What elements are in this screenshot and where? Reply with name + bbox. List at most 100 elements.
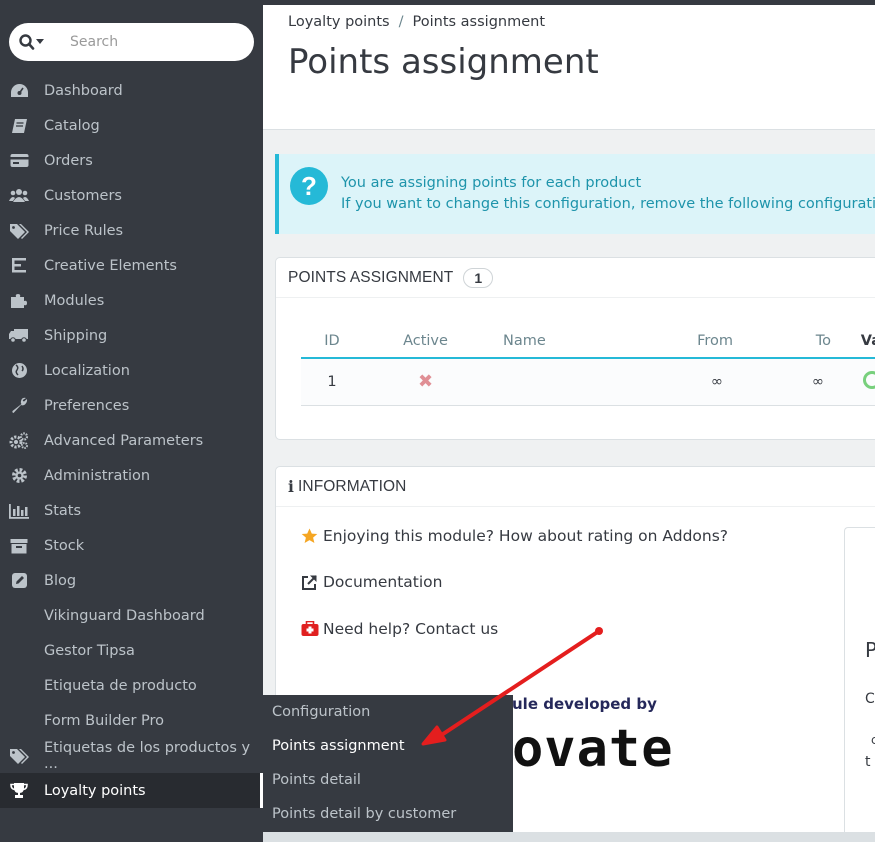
edit-icon [9, 572, 29, 590]
column-header-active[interactable]: Active [363, 325, 488, 359]
sidebar-item-catalog[interactable]: Catalog [0, 108, 263, 143]
tags-icon [9, 747, 29, 765]
sidebar-item-administration[interactable]: Administration [0, 458, 263, 493]
loyalty-submenu: Configuration Points assignment Points d… [263, 695, 513, 832]
star-icon [301, 528, 319, 544]
first-aid-icon [301, 621, 319, 637]
sidebar-item-label: Vikinguard Dashboard [44, 607, 205, 624]
sidebar-item-label: Loyalty points [44, 782, 146, 799]
search-input[interactable] [70, 34, 240, 50]
developed-by-text: ule developed by [512, 695, 657, 713]
alert-line-1: You are assigning points for each produc… [341, 175, 642, 191]
column-header-name[interactable]: Name [488, 325, 553, 359]
sidebar-item-preferences[interactable]: Preferences [0, 388, 263, 423]
sidebar-item-etiqueta-de-producto[interactable]: Etiqueta de producto [0, 668, 263, 703]
sidebar-item-dashboard[interactable]: Dashboard [0, 73, 263, 108]
column-header-value[interactable]: Va [831, 325, 875, 359]
sidebar-item-label: Shipping [44, 327, 108, 344]
sidebar-item-label: Modules [44, 292, 105, 309]
sidebar-item-loyalty-points[interactable]: Loyalty points [0, 773, 263, 808]
cell-from: ∞ [553, 358, 733, 406]
sidebar-item-form-builder-pro[interactable]: Form Builder Pro [0, 703, 263, 738]
count-badge: 1 [463, 267, 494, 288]
inactive-x-icon[interactable]: ✖ [418, 371, 433, 392]
sidebar-item-label: Dashboard [44, 82, 123, 99]
breadcrumb-item[interactable]: Loyalty points [288, 14, 390, 30]
info-item-label[interactable]: Documentation [323, 573, 443, 591]
column-header-to[interactable]: To [733, 325, 831, 359]
side-card-text: t [865, 754, 871, 770]
wrench-icon [9, 397, 29, 415]
sidebar-item-label: Blog [44, 572, 77, 589]
sidebar-item-price-rules[interactable]: Price Rules [0, 213, 263, 248]
rate-addons-link[interactable]: Enjoying this module? How about rating o… [301, 527, 728, 545]
creative-elements-icon [9, 257, 29, 275]
sidebar: Dashboard Catalog Orders Customers Price… [0, 5, 263, 842]
bottom-scrollbar[interactable] [263, 832, 875, 842]
table-row[interactable]: 1 ✖ ∞ ∞ [301, 358, 875, 406]
sidebar-item-advanced-parameters[interactable]: Advanced Parameters [0, 423, 263, 458]
sidebar-item-blog[interactable]: Blog [0, 563, 263, 598]
breadcrumb: Loyalty points / Points assignment [288, 14, 545, 30]
sidebar-item-gestor-tipsa[interactable]: Gestor Tipsa [0, 633, 263, 668]
sidebar-item-label: Gestor Tipsa [44, 642, 135, 659]
points-table: ID Active Name From To Va 1 ✖ ∞ ∞ [301, 325, 875, 406]
sidebar-item-shipping[interactable]: Shipping [0, 318, 263, 353]
bar-chart-icon [9, 502, 29, 520]
cell-active[interactable]: ✖ [363, 358, 488, 406]
column-header-from[interactable]: From [553, 325, 733, 359]
sidebar-item-creative-elements[interactable]: Creative Elements [0, 248, 263, 283]
info-icon: i [288, 477, 294, 496]
external-link-icon [301, 574, 319, 591]
column-header-id[interactable]: ID [301, 325, 363, 359]
panel-title: POINTS ASSIGNMENT [288, 268, 454, 286]
puzzle-icon [9, 292, 29, 310]
sidebar-nav: Dashboard Catalog Orders Customers Price… [0, 73, 263, 808]
sidebar-item-label: Price Rules [44, 222, 124, 239]
sidebar-item-label: Form Builder Pro [44, 712, 165, 729]
sidebar-item-stock[interactable]: Stock [0, 528, 263, 563]
globe-icon [9, 362, 29, 380]
sidebar-item-vikinguard-dashboard[interactable]: Vikinguard Dashboard [0, 598, 263, 633]
submenu-item-points-detail[interactable]: Points detail [272, 772, 361, 788]
documentation-link[interactable]: Documentation [301, 573, 443, 591]
info-item-label[interactable]: Enjoying this module? How about rating o… [323, 527, 728, 545]
sidebar-item-label: Customers [44, 187, 122, 204]
orders-icon [9, 152, 29, 170]
developer-logo[interactable]: ovate [512, 723, 674, 775]
sidebar-item-modules[interactable]: Modules [0, 283, 263, 318]
cell-id: 1 [301, 358, 363, 406]
question-icon: ? [290, 167, 328, 205]
sidebar-item-localization[interactable]: Localization [0, 353, 263, 388]
sidebar-item-orders[interactable]: Orders [0, 143, 263, 178]
sidebar-item-etiquetas-productos[interactable]: Etiquetas de los productos y ... [0, 738, 263, 773]
cell-value [831, 358, 875, 406]
sidebar-item-label: Localization [44, 362, 130, 379]
sidebar-item-label: Administration [44, 467, 151, 484]
submenu-item-points-assignment[interactable]: Points assignment [272, 738, 405, 754]
contact-link[interactable]: Need help? Contact us [301, 620, 498, 638]
breadcrumb-item: Points assignment [412, 14, 546, 30]
info-item-label[interactable]: Need help? Contact us [323, 620, 498, 638]
sidebar-item-label: Etiquetas de los productos y ... [44, 739, 251, 772]
tags-icon [9, 222, 29, 240]
search-box[interactable] [9, 23, 254, 61]
alert-line-2: If you want to change this configuration… [341, 196, 875, 212]
side-card-text: C [865, 691, 875, 707]
cell-to: ∞ [733, 358, 831, 406]
submenu-item-points-detail-by-customer[interactable]: Points detail by customer [272, 806, 456, 822]
breadcrumb-separator: / [398, 14, 404, 30]
sidebar-item-label: Orders [44, 152, 93, 169]
panel-heading: i INFORMATION [276, 467, 875, 507]
page-header: Loyalty points / Points assignment Points … [263, 5, 875, 130]
sidebar-item-customers[interactable]: Customers [0, 178, 263, 213]
archive-icon [9, 537, 29, 555]
sidebar-item-stats[interactable]: Stats [0, 493, 263, 528]
sidebar-item-label: Stats [44, 502, 82, 519]
search-icon[interactable] [19, 34, 53, 50]
table-header-row: ID Active Name From To Va [301, 325, 875, 359]
submenu-item-configuration[interactable]: Configuration [272, 704, 370, 720]
side-card: P C c t [844, 527, 875, 842]
dashboard-icon [9, 82, 29, 100]
sidebar-item-label: Preferences [44, 397, 130, 414]
